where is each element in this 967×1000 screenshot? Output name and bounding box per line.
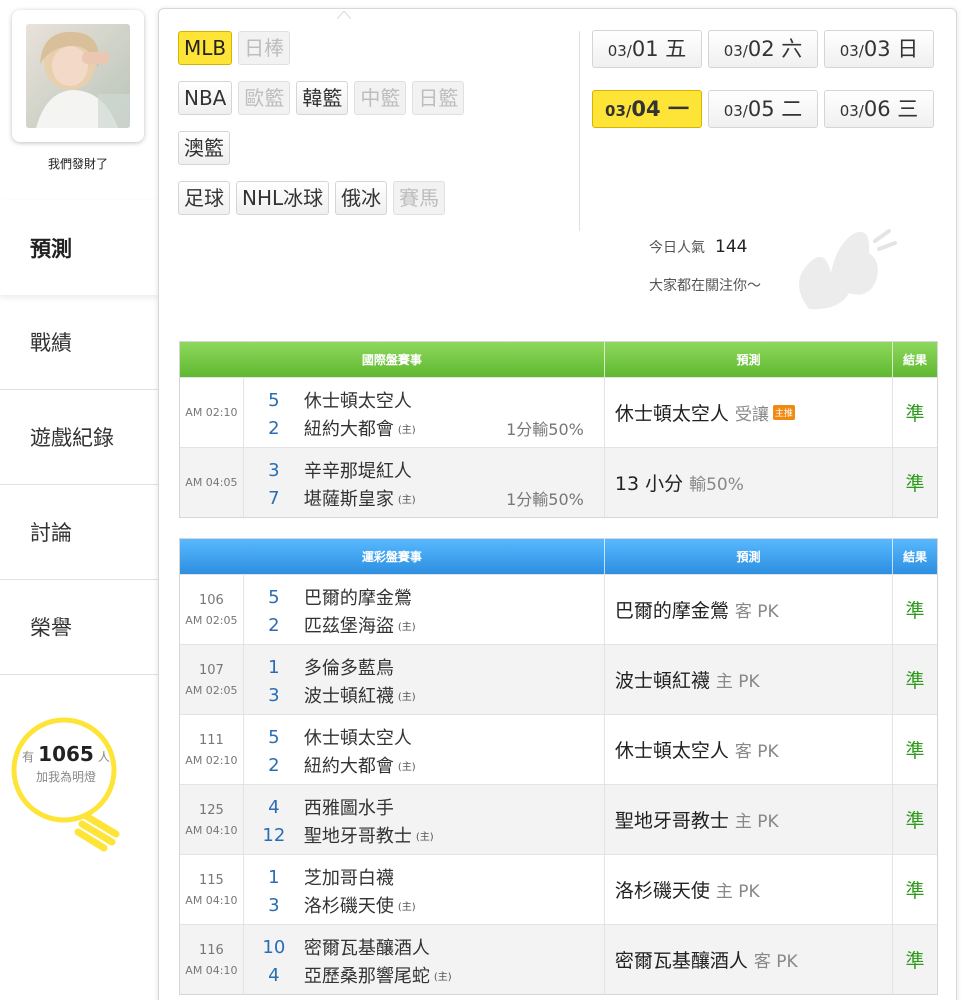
- date-0304[interactable]: 03/04 一: [592, 90, 702, 128]
- date-0306[interactable]: 03/06 三: [824, 90, 934, 128]
- sport-horse-racing: 賽馬: [393, 181, 446, 215]
- table-row[interactable]: 107 AM 02:05 1 多倫多藍鳥 3 波士頓紅襪 (主) 波士頓紅襪主 PK 準: [180, 644, 937, 714]
- sport-china-basketball: 中籃: [354, 81, 407, 115]
- intl-table: 國際盤賽事 預測 結果 AM 02:10 5 休士頓太空人 2 紐約大都會 (主) 1…: [179, 341, 938, 518]
- username: 我們發財了: [47, 157, 108, 171]
- divider: [579, 31, 580, 231]
- table-row[interactable]: 115 AM 04:10 1 芝加哥白襪 3 洛杉磯天使 (主) 洛杉磯天使主 PK 準: [180, 854, 937, 924]
- sport-mlb[interactable]: MLB: [178, 31, 233, 65]
- panel-notch: [337, 11, 351, 19]
- top-pick-badge: 主推: [772, 405, 795, 420]
- sidebar-nav: 預測 戰績 遊戲紀錄 討論 榮譽: [0, 200, 158, 675]
- fans-caption: 加我為明燈: [35, 770, 96, 784]
- intl-table-header: 國際盤賽事 預測 結果: [180, 342, 937, 377]
- sport-soccer[interactable]: 足球: [178, 181, 230, 215]
- date-picker: 03/01 五 03/02 六 03/03 日 03/04 一 03/05 二 03/0…: [592, 30, 952, 150]
- table-row[interactable]: AM 04:05 3 辛辛那堤紅人 7 堪薩斯皇家 (主) 1分輸50% 13 小分輸…: [180, 447, 937, 517]
- sport-japan-basketball: 日籃: [412, 81, 465, 115]
- table-row[interactable]: 125 AM 04:10 4 西雅圖水手 12 聖地牙哥教士 (主) 聖地牙哥教士主 P…: [180, 784, 937, 854]
- table-row[interactable]: AM 02:10 5 休士頓太空人 2 紐約大都會 (主) 1分輸50% 休士頓太空人…: [180, 377, 937, 447]
- table-row[interactable]: 116 AM 04:10 10 密爾瓦基釀酒人 4 亞歷桑那響尾蛇 (主) 密爾瓦基釀酒…: [180, 924, 937, 994]
- nav-item-discussion[interactable]: 討論: [0, 485, 158, 580]
- lottery-table: 運彩盤賽事 預測 結果 106 AM 02:05 5 巴爾的摩金鶯 2 匹茲堡海盜 (主…: [179, 538, 938, 995]
- nav-item-record[interactable]: 戰績: [0, 295, 158, 390]
- sport-filter: MLB 日棒 NBA 歐籃 韓籃 中籃 日籃 澳籃 足球 NHL冰球 俄冰 賽馬: [178, 31, 578, 231]
- table-row[interactable]: 106 AM 02:05 5 巴爾的摩金鶯 2 匹茲堡海盜 (主) 巴爾的摩金鶯客 PK…: [180, 574, 937, 644]
- avatar-frame[interactable]: [12, 10, 144, 142]
- table-row[interactable]: 111 AM 02:10 5 休士頓太空人 2 紐約大都會 (主) 休士頓太空人客 PK…: [180, 714, 937, 784]
- nav-item-game-history[interactable]: 遊戲紀錄: [0, 390, 158, 485]
- sport-nba[interactable]: NBA: [178, 81, 233, 115]
- lottery-table-header: 運彩盤賽事 預測 結果: [180, 539, 937, 574]
- popularity-count: 144: [715, 237, 748, 257]
- popularity-tagline: 大家都在關注你～: [649, 278, 761, 294]
- sport-nhl[interactable]: NHL冰球: [236, 181, 330, 215]
- sport-korea-basketball[interactable]: 韓籃: [296, 81, 349, 115]
- date-0303[interactable]: 03/03 日: [824, 30, 934, 68]
- avatar[interactable]: [26, 24, 130, 128]
- sport-australia-basketball[interactable]: 澳籃: [178, 131, 230, 165]
- nav-item-honor[interactable]: 榮譽: [0, 580, 158, 675]
- popularity: 今日人氣 144 大家都在關注你～: [649, 237, 949, 295]
- main-panel: MLB 日棒 NBA 歐籃 韓籃 中籃 日籃 澳籃 足球 NHL冰球 俄冰 賽馬 03/01 五…: [158, 8, 957, 1000]
- sidebar: 我們發財了 預測 戰績 遊戲紀錄 討論 榮譽 有 1065 人 加我為明燈: [0, 0, 158, 1000]
- date-0301[interactable]: 03/01 五: [592, 30, 702, 68]
- sport-euro-basketball: 歐籃: [238, 81, 291, 115]
- nav-item-prediction[interactable]: 預測: [0, 200, 158, 295]
- fans-count[interactable]: 有 1065 人 加我為明燈: [8, 742, 124, 785]
- date-0305[interactable]: 03/05 二: [708, 90, 818, 128]
- sport-npb: 日棒: [238, 31, 291, 65]
- date-0302[interactable]: 03/02 六: [708, 30, 818, 68]
- sport-russia-hockey[interactable]: 俄冰: [335, 181, 388, 215]
